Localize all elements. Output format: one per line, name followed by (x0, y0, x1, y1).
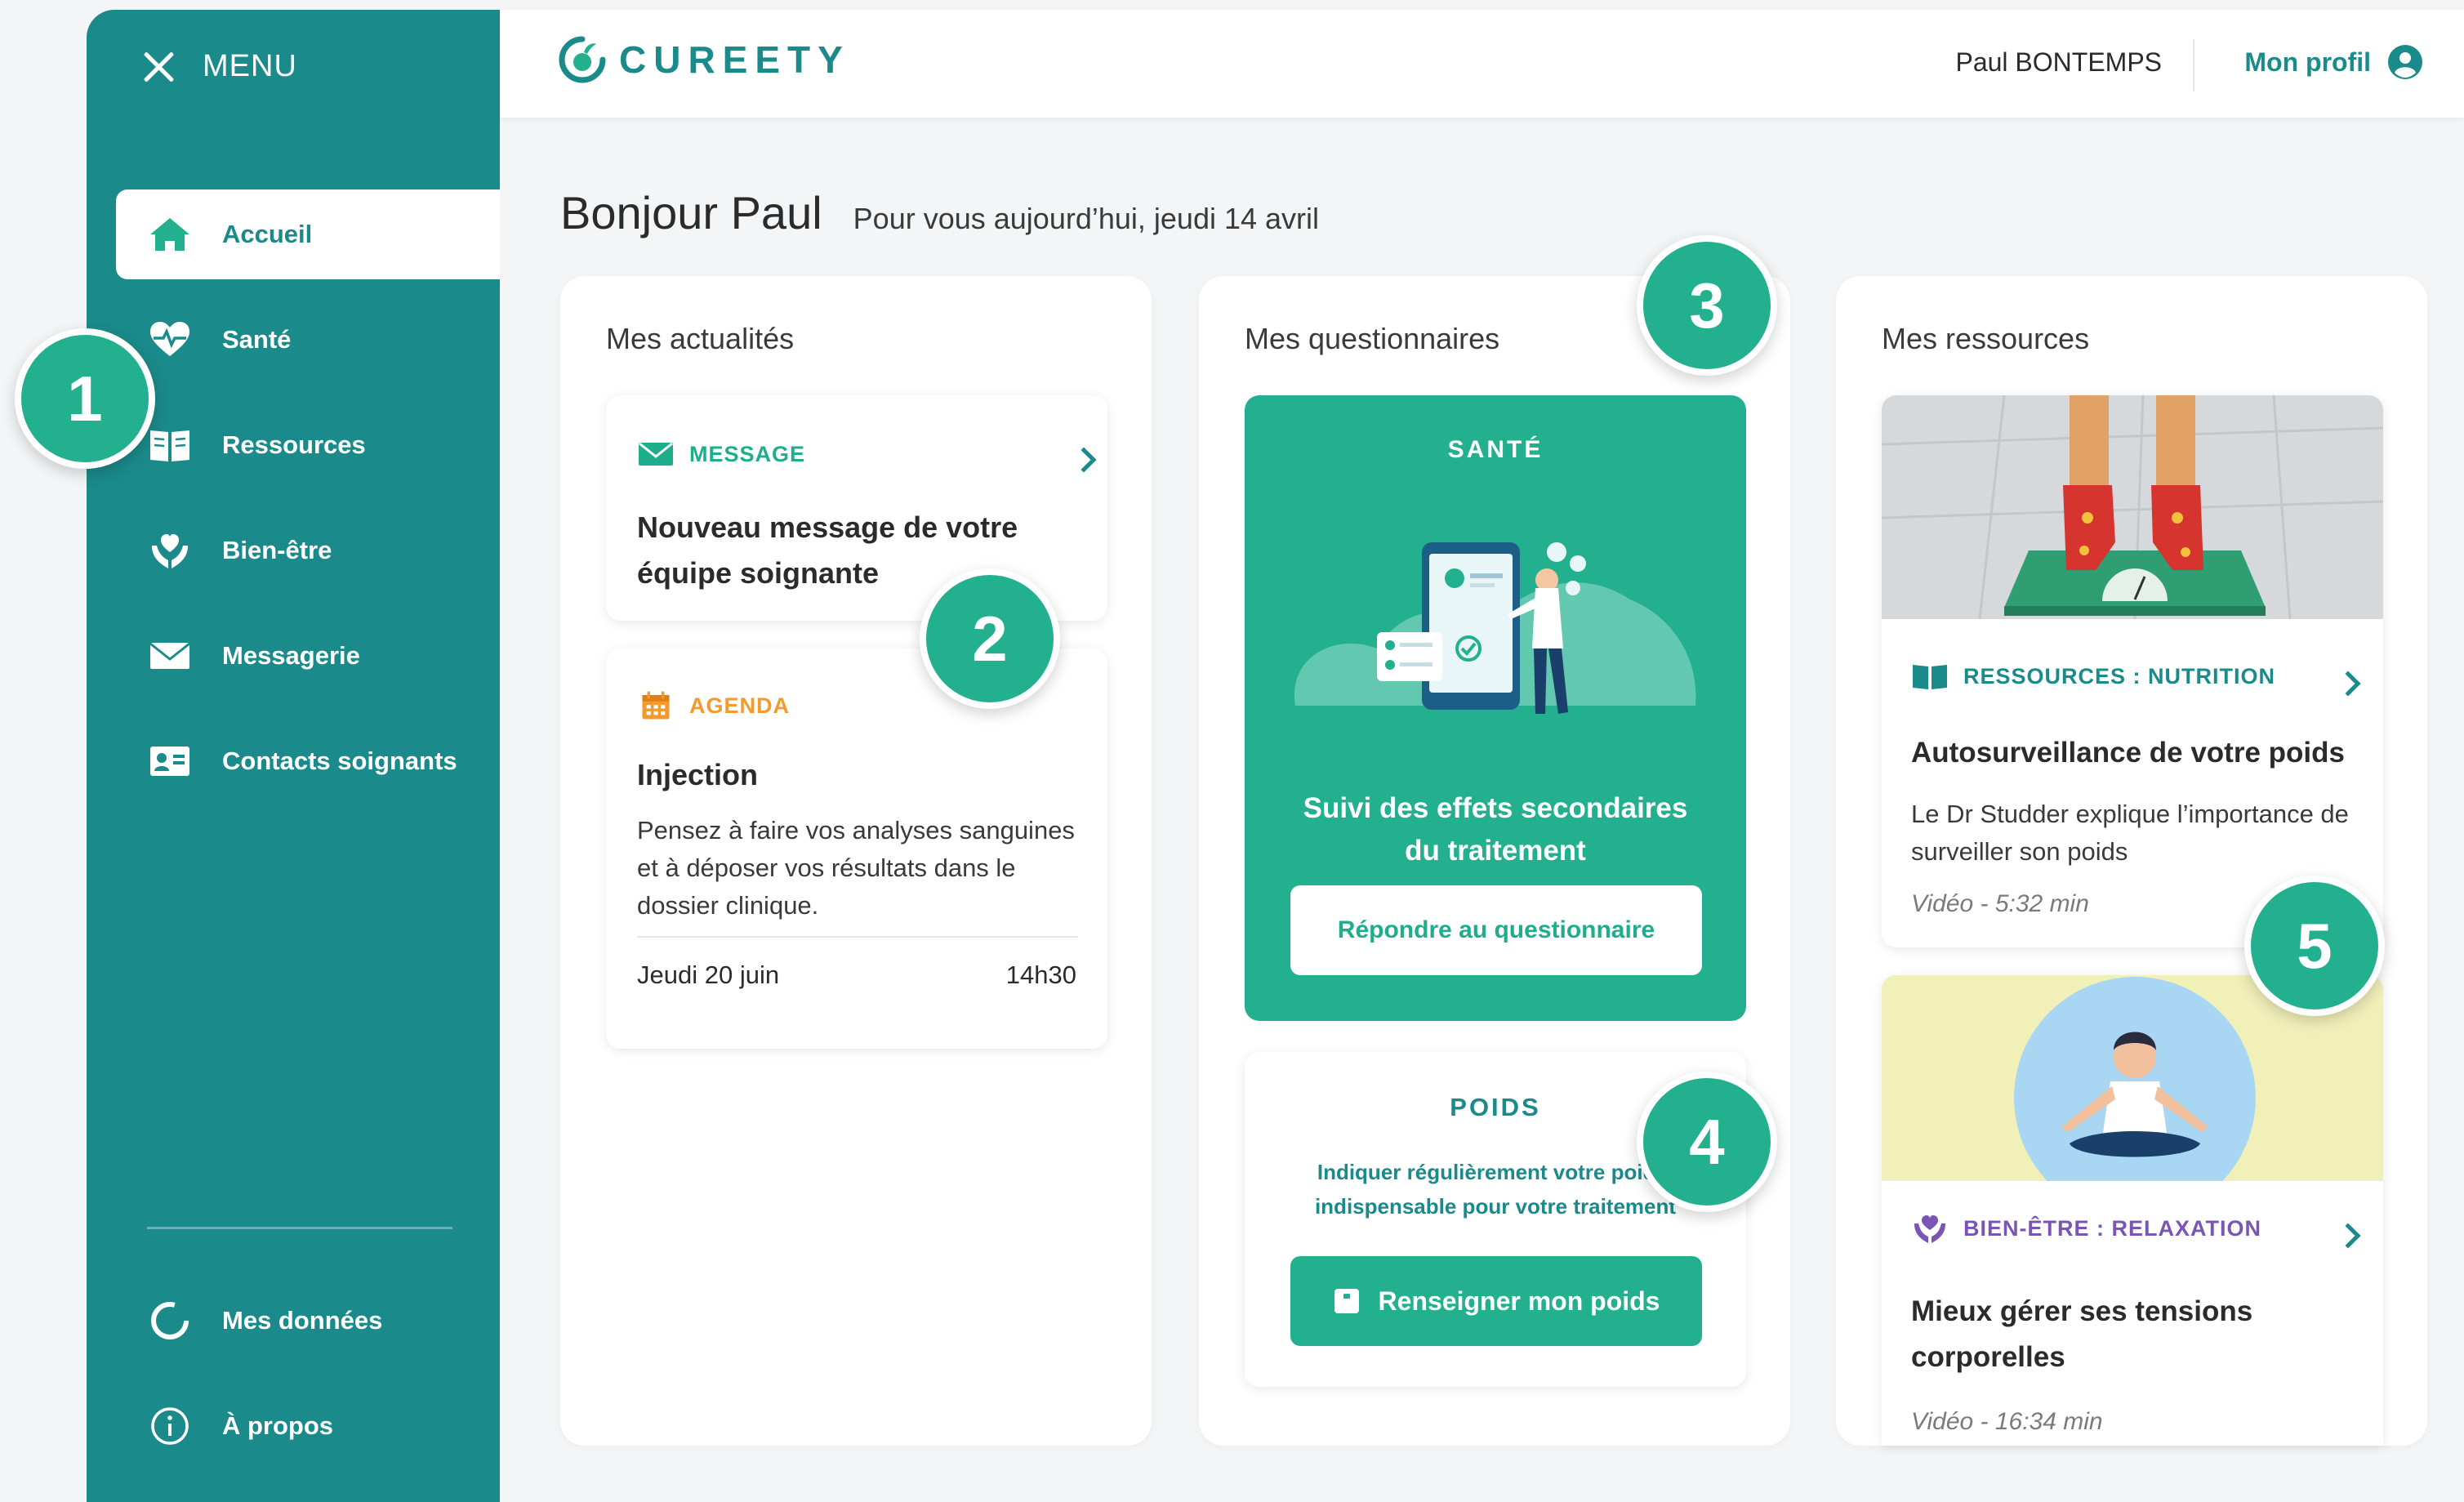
health-category: SANTÉ (1447, 436, 1544, 463)
user-name: Paul BONTEMPS (1955, 47, 2162, 77)
questionnaires-column-title: Mes questionnaires (1245, 322, 1500, 355)
agenda-description: Pensez à faire vos analyses sanguines et… (637, 816, 1075, 920)
resource-tag-label: RESSOURCES : NUTRITION (1963, 663, 2276, 689)
contact-card-icon (147, 738, 193, 784)
answer-questionnaire-button[interactable]: Répondre au questionnaire (1290, 885, 1702, 975)
cureety-logo[interactable]: CUREETY (557, 34, 850, 85)
sidebar-item-contacts-soignants[interactable]: Contacts soignants (116, 716, 500, 806)
sidebar-item-label: Ressources (222, 430, 366, 459)
greeting-date: Pour vous aujourd’hui, jeudi 14 avril (853, 202, 1320, 235)
heart-pulse-icon (147, 317, 193, 363)
scale-icon (1334, 1289, 1359, 1313)
sidebar-item-label: Bien-être (222, 536, 332, 564)
user-circle-icon (2388, 45, 2422, 79)
profile-link[interactable]: Mon profil (2244, 42, 2425, 82)
hands-heart-icon (1914, 1215, 1945, 1243)
sidebar-item-label: Mes données (222, 1306, 383, 1335)
sidebar-item-label: Accueil (222, 220, 313, 248)
agenda-title: Injection (637, 758, 759, 791)
sidebar-bottom-nav: Mes données À propos (116, 1276, 500, 1486)
sidebar-item-bien-etre[interactable]: Bien-être (116, 506, 500, 595)
sidebar-item-label: Santé (222, 325, 292, 354)
agenda-tag: AGENDA (637, 689, 790, 722)
logo-text: CUREETY (619, 38, 850, 81)
calendar-icon (642, 691, 670, 720)
resource-description: Le Dr Studder explique l’importance de s… (1911, 800, 2349, 866)
app-root: MENU Accueil Santé Ressources Bien-être … (0, 0, 2464, 1502)
resources-column: Mes ressources RESSOURCES : NUTRITION Au… (1836, 276, 2427, 1446)
sidebar-item-sante[interactable]: Santé (116, 295, 500, 385)
chevron-right-icon[interactable] (2335, 1223, 2361, 1249)
book-icon (1913, 665, 1947, 689)
menu-toggle[interactable]: MENU (142, 49, 297, 84)
message-tag: MESSAGE (637, 438, 805, 470)
questionnaires-column: Mes questionnaires SANTÉ Suivi des effet… (1199, 276, 1790, 1446)
greeting-title: Bonjour Paul (560, 187, 822, 238)
resource-duration: Vidéo - 5:32 min (1911, 890, 2089, 917)
header-separator (2193, 39, 2194, 91)
sidebar-item-label: Messagerie (222, 641, 360, 670)
resource-tag-label: BIEN-ÊTRE : RELAXATION (1963, 1215, 2261, 1241)
badge-4: 4 (1637, 1072, 1777, 1212)
sidebar-item-label: Contacts soignants (222, 747, 457, 775)
enter-weight-button[interactable]: Renseigner mon poids (1290, 1256, 1702, 1346)
resource-title: Mieux gérer ses tensions corporelles (1911, 1295, 2253, 1373)
news-column-title: Mes actualités (606, 322, 795, 355)
top-header: CUREETY Paul BONTEMPS Mon profil (500, 10, 2464, 118)
sidebar-nav: Accueil Santé Ressources Bien-être Messa… (116, 189, 500, 822)
message-tag-label: MESSAGE (689, 441, 806, 466)
health-questionnaire-description: Suivi des effets secondaires du traiteme… (1303, 792, 1688, 867)
enter-weight-button-label: Renseigner mon poids (1378, 1286, 1660, 1316)
chevron-right-icon[interactable] (1071, 447, 1097, 473)
badge-5: 5 (2244, 876, 2385, 1016)
resource-card-nutrition[interactable]: RESSOURCES : NUTRITION Autosurveillance … (1882, 395, 2383, 947)
sidebar-item-a-propos[interactable]: À propos (116, 1381, 500, 1471)
home-icon (147, 212, 193, 257)
agenda-card[interactable]: AGENDA Injection Pensez à faire vos anal… (606, 648, 1107, 1049)
resource-tag-nutrition: RESSOURCES : NUTRITION (1911, 660, 2275, 693)
resource-card-relaxation[interactable]: BIEN-ÊTRE : RELAXATION Mieux gérer ses t… (1882, 975, 2383, 1446)
envelope-icon (639, 442, 673, 466)
menu-label: MENU (203, 49, 297, 83)
badge-2: 2 (920, 568, 1060, 709)
resource-duration: Vidéo - 16:34 min (1911, 1408, 2103, 1435)
news-column: Mes actualités MESSAGE Nouveau message d… (560, 276, 1152, 1446)
sidebar-item-ressources[interactable]: Ressources (116, 400, 500, 490)
agenda-tag-label: AGENDA (689, 693, 791, 718)
close-icon[interactable] (142, 51, 175, 83)
health-questionnaire-card: SANTÉ Suivi des effets secondaires du tr… (1245, 395, 1746, 1021)
badge-3: 3 (1637, 235, 1777, 376)
cureety-logo-icon (559, 36, 606, 83)
greeting: Bonjour Paul Pour vous aujourd’hui, jeud… (560, 186, 1319, 239)
sidebar-item-accueil[interactable]: Accueil (116, 189, 500, 279)
doctor-phone-illustration (1294, 542, 1696, 714)
sidebar-item-messagerie[interactable]: Messagerie (116, 611, 500, 701)
sidebar-divider (147, 1227, 452, 1229)
resource-title: Autosurveillance de votre poids (1911, 737, 2345, 769)
profile-label: Mon profil (2244, 47, 2371, 77)
resources-column-title: Mes ressources (1882, 322, 2090, 355)
envelope-icon (147, 633, 193, 679)
sidebar: MENU Accueil Santé Ressources Bien-être … (87, 10, 500, 1502)
bathroom-scale-image (1882, 395, 2383, 619)
agenda-divider (637, 936, 1078, 938)
sidebar-item-label: À propos (222, 1411, 334, 1440)
weight-description: Indiquer régulièrement votre poids, indi… (1314, 1160, 1677, 1219)
info-icon (147, 1403, 193, 1449)
resource-tag-relaxation: BIEN-ÊTRE : RELAXATION (1911, 1212, 2261, 1245)
chevron-right-icon[interactable] (2335, 671, 2361, 697)
badge-1: 1 (15, 328, 155, 469)
sidebar-item-mes-donnees[interactable]: Mes données (116, 1276, 500, 1366)
agenda-date: Jeudi 20 juin (637, 960, 780, 989)
donut-chart-icon (147, 1298, 193, 1344)
book-icon (147, 422, 193, 468)
hands-heart-icon (147, 528, 193, 573)
agenda-time: 14h30 (1005, 960, 1076, 989)
